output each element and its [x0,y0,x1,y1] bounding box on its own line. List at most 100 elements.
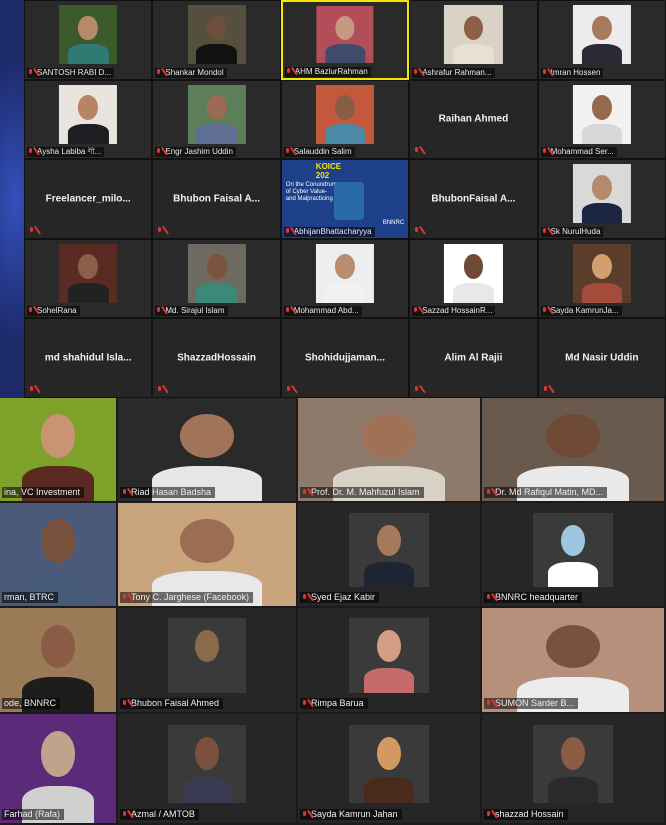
participant-tile[interactable]: Riad Hasan Badsha [118,398,296,501]
video-feed [315,243,375,303]
participant-name: Sayda KamrunJa... [550,306,619,316]
participant-tile[interactable]: Azmal / AMTOB [118,714,296,823]
participant-tile[interactable]: shazzad Hossain [482,714,664,823]
participant-name: Sk NurulHuda [550,226,601,236]
person-head [195,737,219,771]
participant-name-label: Mohammad Ser... [540,147,617,158]
muted-mic-icon [413,307,419,315]
participant-tile[interactable]: Mohammad Abd... [280,238,410,319]
participant-tile[interactable]: Rimpa Barua [298,608,480,712]
person-head [40,519,76,563]
person-head [335,16,355,41]
person-body [581,123,623,144]
participant-tile[interactable]: Sazzad HossainR... [409,238,538,319]
participant-name-label: Riad Hasan Badsha [120,487,216,498]
participant-tile[interactable]: Tony C. Jarghese (Facebook) [118,503,296,606]
person-head [206,254,227,280]
video-feed [187,84,246,144]
participant-name: Mohammad Abd... [293,306,359,316]
participant-tile[interactable]: Md. Sirajul Islam [152,238,281,319]
participant-tile[interactable]: BNNRC headquarter [482,503,664,606]
video-feed [315,84,375,144]
participant-name-label: Dr. Md Rafiqul Matin, MD... [484,487,608,498]
video-feed [118,398,296,501]
video-feed [167,618,247,694]
participant-tile[interactable]: Aysha Labiba ণী... [24,79,153,160]
person-body [548,562,598,588]
participant-name-label: Ashrafur Rahman... [412,67,495,78]
participant-tile[interactable]: rman, BTRC [0,503,116,606]
participant-tile[interactable]: Syed Ejaz Kabir [298,503,480,606]
person-body [548,776,598,804]
poster-line: On the Conundrum [285,182,337,189]
participant-tile[interactable]: Salauddin Salim [280,79,410,160]
muted-mic-icon [542,227,548,236]
participant-name-label: Salauddin Salim [283,147,355,158]
participant-tile[interactable]: KOICE 202 On the Conundrum of Cyber Value-a… [280,159,410,239]
participant-tile[interactable]: Freelancer_milo... [24,159,153,239]
participant-name: Ashrafur Rahman... [422,67,492,77]
participant-tile[interactable]: Imran Hossen [537,0,666,80]
participant-tile[interactable]: Ashrafur Rahman... [409,0,538,80]
participant-tile[interactable]: Bhubon Faisal A... [152,159,281,239]
participant-name-label: SANTOSH RABI D... [27,67,115,78]
video-feed [59,5,118,64]
participant-tile[interactable]: Alim Al Rajii [409,318,538,398]
video-feed [532,513,614,588]
participant-tile[interactable]: SANTOSH RABI D... [24,0,153,80]
participant-tile[interactable]: ShazzadHossain [152,318,281,398]
participant-name: AHM BazlurRahman [294,66,368,76]
participant-tile[interactable]: ina, VC Investment [0,398,116,501]
participant-tile[interactable]: Sayda KamrunJa... [537,238,666,319]
muted-mic-icon [122,593,128,602]
person-head [40,731,76,778]
muted-mic-icon [157,385,163,394]
video-feed [187,5,246,64]
participant-tile[interactable]: Mohammad Ser... [537,79,666,160]
muted-mic-icon [285,307,291,315]
person-head [361,414,417,458]
participant-tile[interactable]: Engr Jashim Uddin [152,79,281,160]
participant-tile[interactable]: AHM BazlurRahman [280,0,410,80]
participant-name-label: Rimpa Barua [300,698,368,709]
muted-mic-icon [542,68,548,77]
participant-name-label: AbhijanBhattacharyya [283,226,375,237]
person-head [591,95,612,120]
participant-name: Alim Al Rajii [444,352,503,364]
participant-name: Sazzad HossainR... [422,306,493,316]
participant-tile[interactable]: ode, BNNRC [0,608,116,712]
participant-name-label: Sayda KamrunJa... [540,306,622,317]
participant-tile[interactable]: Farhad (Rafa) [0,714,116,823]
person-head [335,95,355,120]
participant-tile[interactable]: Bhubon Faisal Ahmed [118,608,296,712]
participant-tile[interactable]: Sk NurulHuda [537,159,666,239]
participant-tile[interactable]: SUMON Sarder B... [482,608,664,712]
participant-tile[interactable]: Prof. Dr. M. Mahfuzul Islam [298,398,480,501]
participant-tile[interactable]: Md Nasir Uddin [537,318,666,398]
muted-mic-icon [286,67,292,76]
muted-mic-icon [302,810,308,819]
person-body [364,776,414,804]
participant-tile[interactable]: SohelRana [24,238,153,319]
participant-tile[interactable]: BhubonFaisal A... [409,159,538,239]
video-feed [167,724,247,804]
muted-mic-icon [413,68,419,77]
person-head [545,624,601,669]
poster-line: of Cyber Value- [285,189,328,196]
participant-name: BNNRC headquarter [495,592,579,602]
participant-tile[interactable]: Shohidujjaman... [280,318,410,398]
video-feed [572,164,631,224]
person-head [591,15,612,41]
person-head [463,254,484,280]
participant-name: md shahidul Isla... [44,352,132,364]
participant-tile[interactable]: Dr. Md Rafiqul Matin, MD... [482,398,664,501]
participant-tile[interactable]: Raihan Ahmed [409,79,538,160]
participant-tile[interactable]: md shahidul Isla... [24,318,153,398]
participant-name-label: Shankar Mondol [155,67,227,78]
muted-mic-icon [285,227,291,236]
person-body [453,43,494,64]
person-head [78,95,99,120]
participant-tile[interactable]: Sayda Kamrun Jahan [298,714,480,823]
video-feed [316,6,374,64]
participant-tile[interactable]: Shankar Mondol [152,0,281,80]
